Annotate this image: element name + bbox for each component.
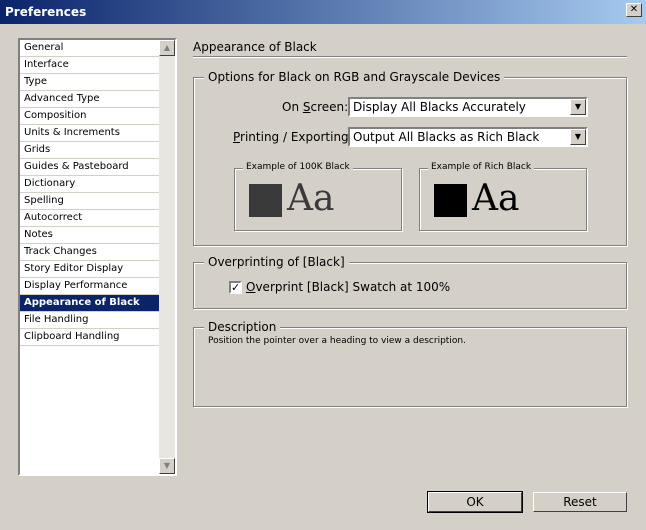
overprint-group: Overprinting of [Black] ✓ Overprint [Bla…: [193, 255, 627, 309]
sidebar-item-units-increments[interactable]: Units & Increments: [20, 125, 159, 142]
sidebar-item-advanced-type[interactable]: Advanced Type: [20, 91, 159, 108]
sidebar-item-grids[interactable]: Grids: [20, 142, 159, 159]
sidebar-item-track-changes[interactable]: Track Changes: [20, 244, 159, 261]
check-icon: ✓: [231, 281, 241, 294]
description-text: Position the pointer over a heading to v…: [208, 336, 466, 346]
sidebar-item-type[interactable]: Type: [20, 74, 159, 91]
sidebar-item-file-handling[interactable]: File Handling: [20, 312, 159, 329]
options-group: Options for Black on RGB and Grayscale D…: [193, 70, 627, 246]
description-group: Description Position the pointer over a …: [193, 320, 627, 407]
sidebar-item-interface[interactable]: Interface: [20, 57, 159, 74]
printing-value: Output All Blacks as Rich Black: [353, 130, 540, 144]
scroll-down-icon[interactable]: ▼: [159, 458, 175, 474]
swatch-100k-black: [249, 184, 282, 217]
swatch-rich-black: [434, 184, 467, 217]
overprint-checkbox-label[interactable]: Overprint [Black] Swatch at 100%: [246, 280, 450, 294]
sidebar-item-guides-pasteboard[interactable]: Guides & Pasteboard: [20, 159, 159, 176]
sidebar-item-general[interactable]: General: [20, 40, 159, 57]
sidebar-item-dictionary[interactable]: Dictionary: [20, 176, 159, 193]
sidebar-item-story-editor-display[interactable]: Story Editor Display: [20, 261, 159, 278]
close-icon[interactable]: ✕: [626, 3, 642, 17]
printing-select[interactable]: Output All Blacks as Rich Black ▼: [348, 127, 588, 147]
sample-rich-text: Aa: [472, 178, 520, 219]
sidebar-scrollbar[interactable]: ▲ ▼: [159, 40, 175, 474]
reset-button[interactable]: Reset: [533, 492, 627, 512]
options-group-legend: Options for Black on RGB and Grayscale D…: [204, 70, 505, 84]
printing-label: Printing / Exporting:: [233, 130, 353, 144]
overprint-checkbox[interactable]: ✓: [229, 281, 242, 294]
sample-100k-text: Aa: [287, 178, 335, 219]
sidebar-item-clipboard-handling[interactable]: Clipboard Handling: [20, 329, 159, 346]
on-screen-value: Display All Blacks Accurately: [353, 100, 526, 114]
overprint-group-legend: Overprinting of [Black]: [204, 255, 349, 269]
chevron-down-icon[interactable]: ▼: [570, 129, 586, 145]
on-screen-label: On Screen:: [282, 100, 349, 114]
title-divider: [193, 56, 627, 58]
sidebar-item-spelling[interactable]: Spelling: [20, 193, 159, 210]
window-title: Preferences: [5, 5, 87, 19]
sidebar-list: General Interface Type Advanced Type Composi…: [20, 40, 159, 346]
example-100k-legend: Example of 100K Black: [243, 162, 353, 172]
sidebar-item-display-performance[interactable]: Display Performance: [20, 278, 159, 295]
preferences-category-list[interactable]: General Interface Type Advanced Type Composi…: [18, 38, 177, 476]
example-100k-box: Example of 100K Black Aa: [234, 162, 402, 231]
sidebar-item-appearance-of-black[interactable]: Appearance of Black: [20, 295, 159, 312]
sidebar-item-composition[interactable]: Composition: [20, 108, 159, 125]
chevron-down-icon[interactable]: ▼: [570, 99, 586, 115]
sidebar-item-autocorrect[interactable]: Autocorrect: [20, 210, 159, 227]
ok-button[interactable]: OK: [427, 491, 523, 513]
window-titlebar: Preferences ✕: [0, 0, 646, 24]
sidebar-item-notes[interactable]: Notes: [20, 227, 159, 244]
page-title: Appearance of Black: [193, 40, 317, 54]
scroll-up-icon[interactable]: ▲: [159, 40, 175, 56]
on-screen-select[interactable]: Display All Blacks Accurately ▼: [348, 97, 588, 117]
example-rich-legend: Example of Rich Black: [428, 162, 535, 172]
example-rich-box: Example of Rich Black Aa: [419, 162, 587, 231]
description-group-legend: Description: [204, 320, 281, 334]
